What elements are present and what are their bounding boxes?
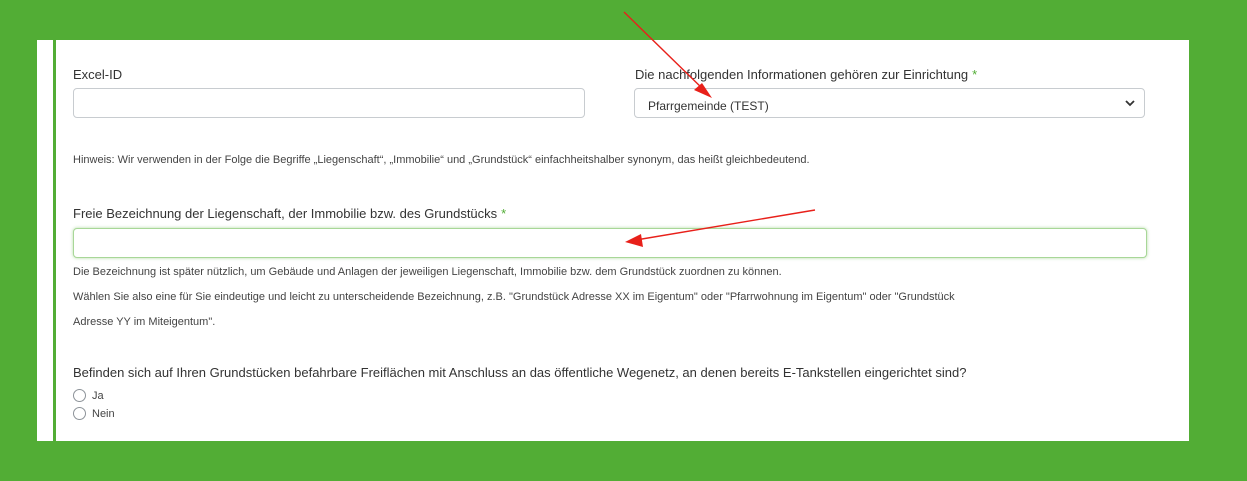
annotation-arrows xyxy=(623,11,816,247)
arrow-annotation-icon xyxy=(623,11,712,98)
arrow-annotation-icon xyxy=(625,209,816,247)
